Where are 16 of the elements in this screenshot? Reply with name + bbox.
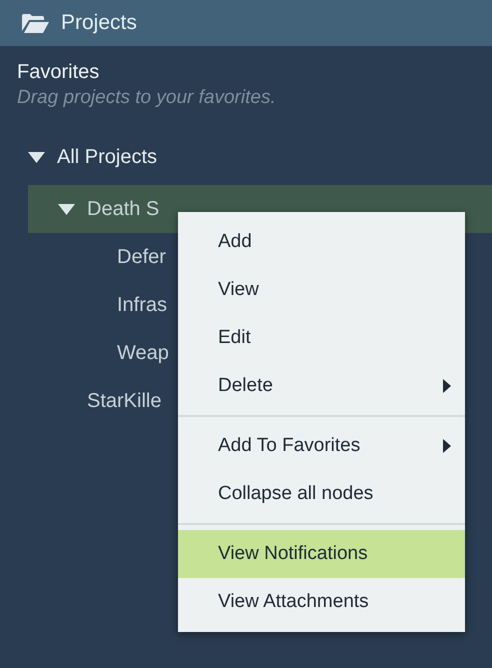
caret-down-icon[interactable]: [28, 152, 45, 162]
menu-item[interactable]: Edit: [178, 314, 465, 362]
menu-item[interactable]: Add To Favorites: [178, 422, 465, 470]
menu-item[interactable]: Collapse all nodes: [178, 470, 465, 518]
menu-item[interactable]: Delete: [178, 362, 465, 410]
caret-down-icon[interactable]: [58, 204, 75, 214]
menu-item[interactable]: View: [178, 266, 465, 314]
section-title: Favorites: [17, 61, 100, 84]
panel-title: Projects: [61, 11, 137, 35]
menu-item[interactable]: View Attachments: [178, 578, 465, 626]
menu-item[interactable]: View Notifications: [178, 530, 465, 578]
tree-label: Death S: [87, 198, 160, 220]
folder-icon: [22, 14, 49, 32]
tree-row[interactable]: All Projects: [0, 129, 492, 185]
tree-label: All Projects: [57, 146, 158, 168]
hint-text: Drag projects to your favorites.: [17, 87, 276, 109]
